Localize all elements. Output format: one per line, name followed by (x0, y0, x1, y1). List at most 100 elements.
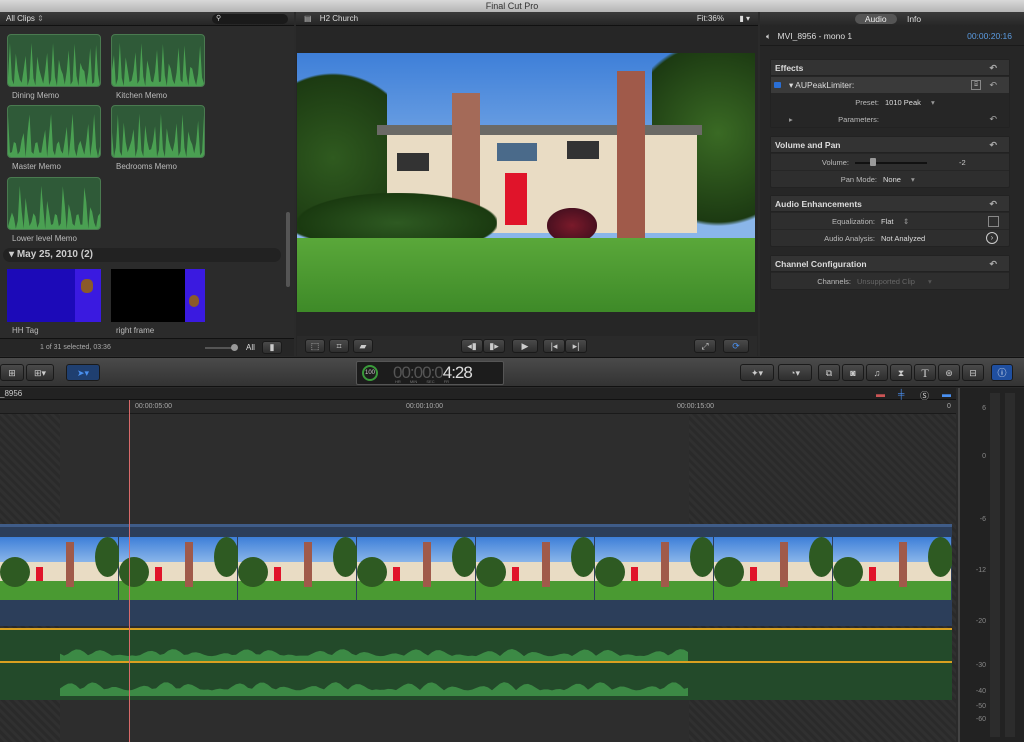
volume-pan-section: Volume and Pan ↶ Volume: -2 Pan Mode: None… (770, 136, 1010, 188)
clip-hh-tag[interactable] (7, 269, 101, 322)
titles-browser-button[interactable]: T (914, 364, 936, 381)
volume-slider[interactable] (855, 158, 927, 166)
reset-icon[interactable]: ↶ (989, 111, 997, 128)
audio-clip-thumbnail[interactable] (7, 177, 101, 230)
skimming-toggle[interactable]: ▬ (876, 389, 885, 399)
inspector-button[interactable]: ⓘ (991, 364, 1013, 381)
dashboard: 100 00:00:04:28 HR MIN SEC FR (356, 361, 504, 385)
video-clip[interactable] (0, 524, 952, 626)
generators-browser-button[interactable]: ⊛ (938, 364, 960, 381)
meter-left (990, 393, 1000, 737)
crop-button[interactable]: ⌗ (329, 339, 349, 353)
viewer-header: ▤ H2 Church Fit: 36% ▮ ▾ (296, 12, 758, 26)
playhead[interactable] (129, 400, 130, 742)
duration-all[interactable]: All (246, 343, 255, 352)
audio-clip-thumbnail[interactable] (111, 105, 205, 158)
video-frame (297, 53, 755, 312)
preset-row: Preset: 1010 Peak ▾ (771, 93, 1009, 110)
audio-clip-thumbnail[interactable] (7, 34, 101, 87)
clip-label: Master Memo (12, 162, 61, 171)
pan-mode-popup[interactable]: None (883, 171, 901, 188)
preset-popup[interactable]: 1010 Peak (885, 94, 921, 111)
browser-header: All Clips ⇕ ⚲ (0, 12, 294, 26)
clip-appearance-button[interactable]: ▮ (262, 341, 282, 354)
clip-label: Lower level Memo (12, 234, 77, 243)
meter-scale-label: -6 (979, 516, 986, 523)
timeline-ruler[interactable]: 00:00:05:00 00:00:10:00 00:00:15:00 0 (0, 400, 956, 414)
audio-waveform[interactable] (0, 628, 952, 700)
audio-meters (958, 388, 1024, 742)
loop-button[interactable]: ⟳ (723, 339, 749, 353)
filmstrip-frame (833, 537, 952, 600)
reset-icon[interactable]: ↶ (989, 137, 997, 153)
view-options-button[interactable]: ▮ ▾ (739, 12, 750, 26)
insert-clip-button[interactable]: ⊞▾ (26, 364, 54, 381)
volume-value[interactable]: -2 (959, 154, 966, 171)
effects-section: Effects ↶ ▾ AUPeakLimiter: ⌸ ↶ Preset: 101… (770, 59, 1010, 128)
toolbar: ⊞ ⊞▾ ➤▾ 100 00:00:04:28 HR MIN SEC FR ✦▾… (0, 357, 1024, 387)
filmstrip-frame (119, 537, 239, 600)
date-group-header[interactable]: ▾ May 25, 2010 (2) (3, 248, 281, 262)
themes-browser-button[interactable]: ⊟ (962, 364, 984, 381)
enhancements-button[interactable]: ✦▾ (740, 364, 774, 381)
transitions-browser-button[interactable]: ⧗ (890, 364, 912, 381)
append-clip-button[interactable]: ⊞ (0, 364, 24, 381)
distort-button[interactable]: ▰ (353, 339, 373, 353)
reset-icon[interactable]: ↶ (989, 196, 997, 212)
clip-label: right frame (116, 326, 155, 335)
clip-label: HH Tag (12, 326, 39, 335)
clip-timecode: 00:00:20:16 (967, 31, 1012, 41)
clip-label: Bedrooms Memo (116, 162, 177, 171)
meter-scale-label: -20 (975, 618, 986, 625)
channels-popup[interactable]: Unsupported Clip (857, 273, 915, 290)
section-header: Effects ↶ (771, 60, 1009, 76)
reset-icon[interactable]: ↶ (989, 60, 997, 76)
play-icon[interactable]: ▶ (512, 339, 538, 353)
ruler-label: 0 (947, 403, 951, 410)
previous-frame-button[interactable]: ◂▮ (461, 339, 483, 353)
go-to-end-button[interactable]: ▸| (565, 339, 587, 353)
reset-icon[interactable]: ↶ (989, 256, 997, 272)
zoom-popup[interactable]: 36% (708, 12, 724, 26)
next-frame-button[interactable]: ▮▸ (483, 339, 505, 353)
audio-clip-thumbnail[interactable] (7, 105, 101, 158)
transform-button[interactable]: ⬚ (305, 339, 325, 353)
reset-icon[interactable]: ↶ (989, 77, 997, 94)
eq-editor-button[interactable] (988, 216, 999, 227)
clip-size-slider[interactable] (205, 344, 238, 351)
scrollbar[interactable] (286, 212, 290, 287)
audio-enhancements-section: Audio Enhancements ↶ Equalization: Flat ⇕ A… (770, 195, 1010, 247)
photo-browser-button[interactable]: ◙ (842, 364, 864, 381)
filmstrip-frame (238, 537, 358, 600)
effect-enable-checkbox[interactable] (774, 82, 781, 88)
tab-audio[interactable]: Audio (854, 14, 897, 24)
timeline: _8956 ▬ ╪ Ⓢ ▬ 00:00:05:00 00:00:10:00 00… (0, 388, 956, 742)
effects-browser-button[interactable]: ⧉ (818, 364, 840, 381)
meter-right (1005, 393, 1015, 737)
music-browser-button[interactable]: ♫ (866, 364, 888, 381)
meter-scale-label: -50 (975, 703, 986, 710)
go-to-start-button[interactable]: |◂ (543, 339, 565, 353)
equalization-popup[interactable]: Flat (881, 213, 894, 230)
fit-label: Fit: (696, 14, 708, 23)
disclosure-icon[interactable]: ▸ (789, 111, 793, 128)
retime-button[interactable]: ◔▾ (778, 364, 812, 381)
parameters-row: ▸ Parameters: ↶ (771, 110, 1009, 127)
background-tasks-indicator[interactable]: 100 (362, 365, 378, 381)
tab-info[interactable]: Info (899, 14, 929, 24)
search-field[interactable]: ⚲ (212, 14, 288, 24)
fullscreen-button[interactable]: ⤢ (694, 339, 716, 353)
select-tool-button[interactable]: ➤▾ (66, 364, 100, 381)
filmstrip-frame (714, 537, 834, 600)
snapping-toggle[interactable]: ▬ (942, 389, 951, 399)
audio-skimming-toggle[interactable]: ╪ (898, 389, 904, 399)
effect-editor-button[interactable]: ⌸ (971, 80, 981, 90)
audio-clip-thumbnail[interactable] (111, 34, 205, 87)
meter-scale-label: -60 (975, 716, 986, 723)
viewer-controls: ⬚ ⌗ ▰ ◂▮ ▮▸ ▶ |◂ ▸| ⤢ ⟳ (297, 336, 757, 356)
channel-configuration-section: Channel Configuration ↶ Channels: Unsuppor… (770, 255, 1010, 290)
clip-label: Dining Memo (12, 91, 60, 100)
clips-filter-popup[interactable]: All Clips (6, 14, 35, 23)
clip-right-frame[interactable] (111, 269, 205, 322)
go-arrow-icon[interactable]: › (986, 232, 998, 244)
